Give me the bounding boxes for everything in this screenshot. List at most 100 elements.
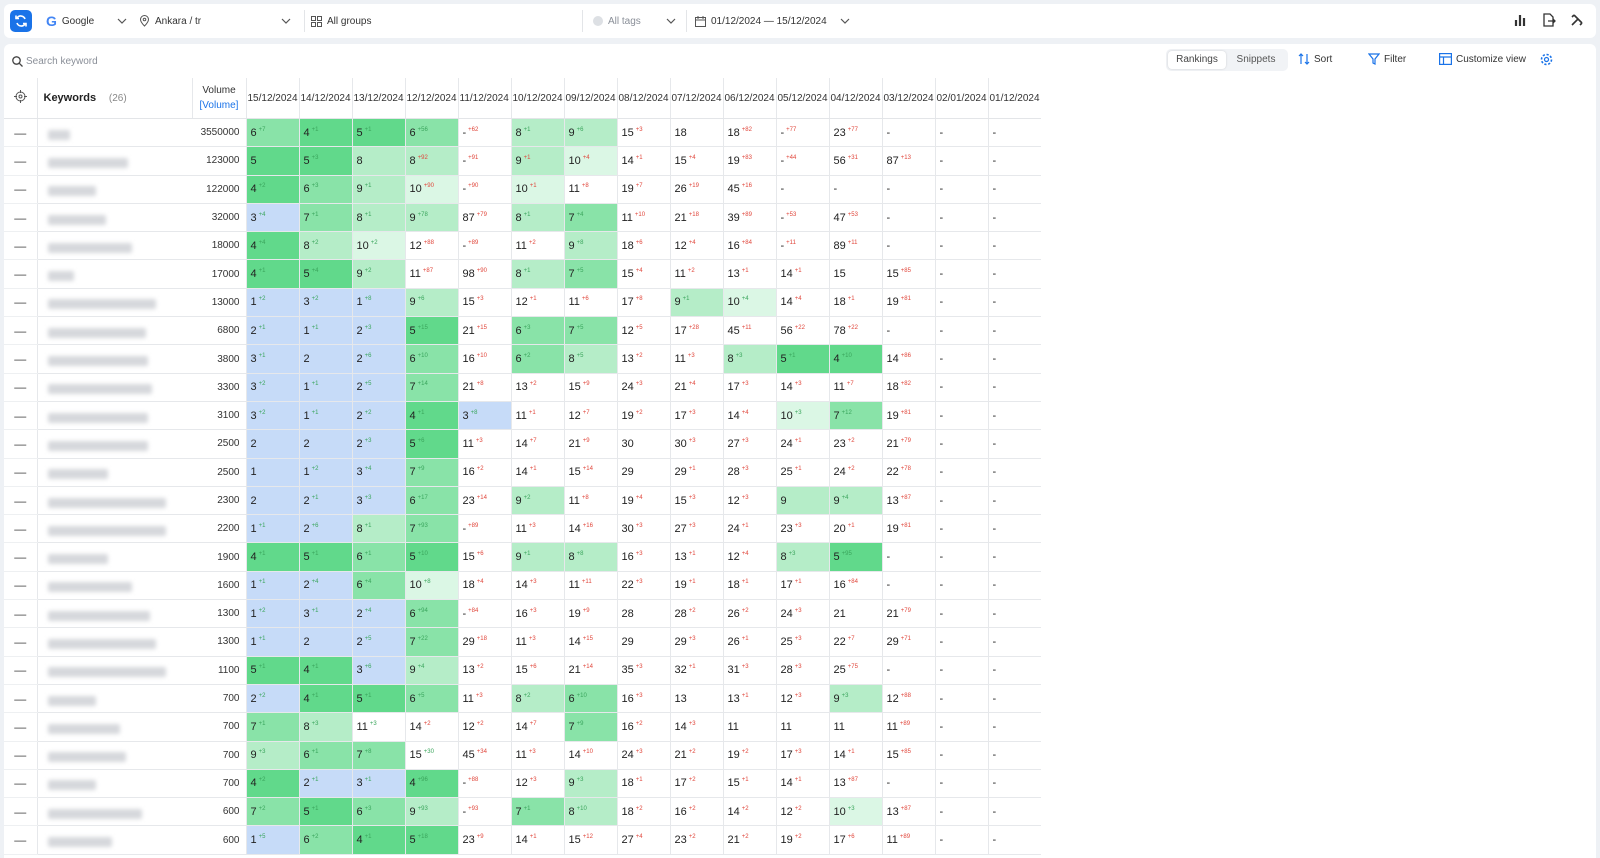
rank-cell[interactable]: 4 +96 <box>404 769 458 799</box>
date-header[interactable]: 05/12/2024 <box>775 78 829 119</box>
rank-cell[interactable]: 45 +16 <box>722 175 776 204</box>
rank-cell[interactable]: 8 <box>351 146 405 176</box>
rank-cell[interactable]: 13 +87 <box>881 797 935 827</box>
rank-cell[interactable]: 29 +18 <box>457 627 511 657</box>
rank-cell[interactable]: - <box>987 741 1041 770</box>
rank-cell[interactable]: 10 +1 <box>510 175 564 204</box>
rank-cell[interactable]: 13 +1 <box>669 542 723 572</box>
rank-cell[interactable]: 14 +10 <box>563 741 617 770</box>
rank-cell[interactable]: 11 +11 <box>563 571 617 601</box>
rank-cell[interactable]: 7 +14 <box>404 373 458 402</box>
rank-cell[interactable]: - <box>881 656 935 685</box>
row-collapse-toggle[interactable]: — <box>4 288 37 318</box>
rank-cell[interactable]: 14 +3 <box>775 373 829 402</box>
bar-chart-icon[interactable] <box>1512 11 1530 29</box>
rank-cell[interactable]: 32 +1 <box>669 656 723 685</box>
rank-cell[interactable]: 14 +1 <box>616 146 670 176</box>
rank-cell[interactable]: 13 +2 <box>457 656 511 685</box>
rank-cell[interactable]: 3 +1 <box>298 599 352 629</box>
rank-cell[interactable]: 14 +1 <box>775 769 829 799</box>
rank-cell[interactable]: 87 +79 <box>457 203 511 233</box>
keywords-header[interactable]: Keywords (26) <box>36 78 192 119</box>
rank-cell[interactable]: 14 +2 <box>404 712 458 742</box>
rank-cell[interactable]: - +93 <box>457 797 511 827</box>
refresh-icon[interactable] <box>10 10 32 32</box>
rank-cell[interactable]: 1 +1 <box>245 571 299 601</box>
rank-cell[interactable]: 26 +2 <box>722 599 776 629</box>
rank-cell[interactable]: 3 +2 <box>245 373 299 402</box>
rank-cell[interactable]: 1 +1 <box>298 373 352 402</box>
rank-cell[interactable]: 11 <box>775 712 829 742</box>
rank-cell[interactable]: 6 +2 <box>298 825 352 855</box>
rank-cell[interactable]: - <box>987 203 1041 233</box>
rank-cell[interactable]: - <box>987 146 1041 176</box>
rank-cell[interactable]: 13 +1 <box>722 259 776 289</box>
rank-cell[interactable]: 6 +10 <box>404 344 458 374</box>
rank-cell[interactable]: - <box>881 231 935 261</box>
table-row[interactable]: —123000 5 5 +3 8 8 +92- +91 9 +1 10 +4 14 +1 15 +4 19 +83… <box>4 146 1041 176</box>
rank-cell[interactable]: 23 +9 <box>457 825 511 855</box>
row-collapse-toggle[interactable]: — <box>4 458 37 487</box>
date-header[interactable]: 03/12/2024 <box>881 78 935 119</box>
rank-cell[interactable]: - <box>934 769 988 799</box>
rank-cell[interactable]: 27 +4 <box>616 825 670 855</box>
rank-cell[interactable]: - <box>987 656 1041 685</box>
rank-cell[interactable]: 24 +3 <box>616 741 670 770</box>
rank-cell[interactable]: 29 +1 <box>669 458 723 487</box>
keyword-cell-redacted[interactable] <box>36 373 192 402</box>
keyword-cell-redacted[interactable] <box>36 429 192 459</box>
keyword-cell-redacted[interactable] <box>36 514 192 544</box>
rank-cell[interactable]: 15 +1 <box>722 769 776 799</box>
rank-cell[interactable]: 98 +90 <box>457 259 511 289</box>
rank-cell[interactable]: - <box>987 797 1041 827</box>
rank-cell[interactable]: 5 +95 <box>828 542 882 572</box>
rank-cell[interactable]: - <box>987 712 1041 742</box>
table-row[interactable]: —122000 4 +2 6 +3 9 +1 10 +90- +90 10 +1 11 +8 19 +7 26 +… <box>4 175 1041 204</box>
rank-cell[interactable]: 20 +1 <box>828 514 882 544</box>
row-collapse-toggle[interactable]: — <box>4 627 37 657</box>
row-collapse-toggle[interactable]: — <box>4 712 37 742</box>
rank-cell[interactable]: 9 +6 <box>563 118 617 148</box>
rank-cell[interactable]: - <box>934 514 988 544</box>
rank-cell[interactable]: 2 +4 <box>298 571 352 601</box>
rank-cell[interactable]: - <box>987 571 1041 601</box>
rank-cell[interactable]: 6 +94 <box>404 599 458 629</box>
rank-cell[interactable]: 10 +4 <box>563 146 617 176</box>
rank-cell[interactable]: - <box>934 401 988 431</box>
rank-cell[interactable]: 1 +2 <box>245 599 299 629</box>
row-collapse-toggle[interactable]: — <box>4 344 37 374</box>
rank-cell[interactable]: 12 +88 <box>404 231 458 261</box>
rank-cell[interactable]: 11 +3 <box>510 741 564 770</box>
table-row[interactable]: —700 4 +2 2 +1 3 +1 4 +96- +88 12 +3 9 +3 18 +1 17 +2 15 +1… <box>4 769 1041 799</box>
rank-cell[interactable]: 2 +3 <box>351 429 405 459</box>
rank-cell[interactable]: - <box>934 542 988 572</box>
rank-cell[interactable]: 6 +17 <box>404 486 458 516</box>
keyword-cell-redacted[interactable] <box>36 797 192 827</box>
rank-cell[interactable]: 14 +3 <box>510 571 564 601</box>
row-collapse-toggle[interactable]: — <box>4 486 37 516</box>
rank-cell[interactable]: 27 +3 <box>722 429 776 459</box>
rank-cell[interactable]: 1 +1 <box>298 401 352 431</box>
rank-cell[interactable]: 9 <box>775 486 829 516</box>
rank-cell[interactable]: 24 +1 <box>775 429 829 459</box>
rank-cell[interactable]: 7 +2 <box>245 797 299 827</box>
rank-cell[interactable]: 19 +81 <box>881 514 935 544</box>
rank-cell[interactable]: 4 +1 <box>351 825 405 855</box>
table-row[interactable]: —3100 3 +2 1 +1 2 +2 4 +1 3 +8 11 +1 12 +7 19 +2 17 +3 14 +4… <box>4 401 1041 431</box>
keyword-cell-redacted[interactable] <box>36 627 192 657</box>
rank-cell[interactable]: 24 +1 <box>722 514 776 544</box>
keyword-cell-redacted[interactable] <box>36 259 192 289</box>
rank-cell[interactable]: 19 +2 <box>616 401 670 431</box>
location-select[interactable]: Ankara / tr <box>139 4 291 38</box>
rank-cell[interactable]: 9 +6 <box>404 288 458 318</box>
rank-cell[interactable]: 19 +4 <box>616 486 670 516</box>
rank-cell[interactable]: 11 +10 <box>616 203 670 233</box>
row-collapse-toggle[interactable]: — <box>4 203 37 233</box>
rank-cell[interactable]: 13 +2 <box>616 344 670 374</box>
rank-cell[interactable]: 22 +78 <box>881 458 935 487</box>
rank-cell[interactable]: 12 +88 <box>881 684 935 714</box>
rank-cell[interactable]: 8 +10 <box>563 797 617 827</box>
rank-cell[interactable]: 28 <box>616 599 670 629</box>
rank-cell[interactable]: 28 +3 <box>775 656 829 685</box>
rank-cell[interactable]: 27 +3 <box>669 514 723 544</box>
